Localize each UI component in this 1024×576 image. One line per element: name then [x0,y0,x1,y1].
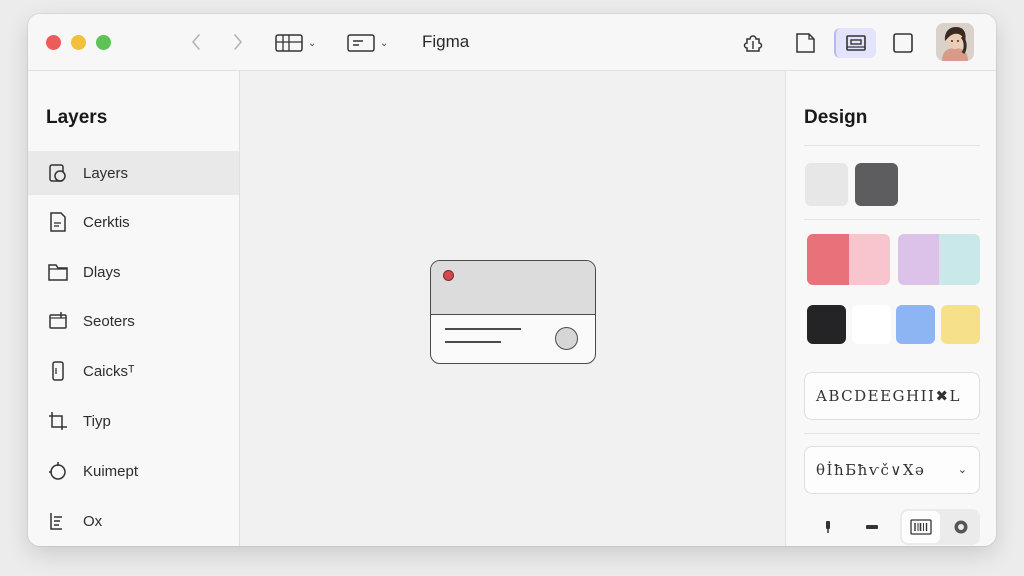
title-bar: ⌄ ⌄ Figma [28,14,996,71]
document-icon [47,211,69,233]
card-text-line [445,341,501,343]
plugin-icon [743,35,763,52]
minus-icon [866,525,878,529]
sidebar-item-tiyp[interactable]: Tiyp [28,399,239,443]
font-family-preview[interactable]: ABCDEEGHIІ✖L [804,372,980,420]
sidebar-item-label: Ox [83,512,103,530]
sidebar-item-dlays[interactable]: Dlays [28,250,239,294]
tool-segment-group [900,509,980,545]
app-window: ⌄ ⌄ Figma Layers Layers Cerktis Dlays Se… [28,14,996,546]
square-icon [893,33,913,53]
minimize-window-button[interactable] [71,35,86,50]
folder-icon [47,261,69,283]
circle-tool-button[interactable] [944,511,978,543]
layout-view-button[interactable] [834,28,876,58]
text-tool-button[interactable]: ⌄ [346,28,388,58]
square-view-button[interactable] [888,28,918,58]
color-swatch-blue[interactable] [896,305,935,344]
card-component[interactable] [430,260,596,364]
sidebar-item-cerktis[interactable]: Cerktis [28,200,239,244]
font-style-sample-text: θİħБħѵč∨Χə [816,461,926,479]
back-button[interactable] [184,30,208,54]
color-swatch-yellow[interactable] [941,305,980,344]
user-avatar-icon [936,23,974,61]
page-button[interactable] [790,28,820,58]
zoom-window-button[interactable] [96,35,111,50]
divider [804,433,980,434]
sidebar-item-seoters[interactable]: Seoters [28,299,239,343]
circle-icon [954,520,968,534]
sidebar-item-caicks[interactable]: Caicksᵀ [28,349,239,393]
color-swatch-black[interactable] [807,305,846,344]
card-header [431,261,595,315]
card-circle-button [555,327,578,350]
font-sample-text: ABCDEEGHIІ✖L [816,387,961,405]
sidebar-item-label: Layers [83,164,129,182]
panel-title: Layers [46,107,108,128]
layers-panel: Layers Layers Cerktis Dlays Seoters Caic… [28,71,240,546]
barcode-icon [910,519,932,535]
crop-icon [47,410,69,432]
sidebar-item-ox[interactable]: Ox [28,499,239,543]
frame-tool-button[interactable]: ⌄ [274,28,316,58]
frame-icon [47,310,69,332]
sidebar-item-label: Cerktis [83,213,130,231]
divider [804,219,980,220]
barcode-tool-button[interactable] [902,511,940,543]
pen-tool-button[interactable] [816,509,840,545]
chevron-left-icon [191,34,200,50]
color-swatch-white[interactable] [852,305,891,344]
card-text-line [445,328,521,330]
color-swatch-dark-gray[interactable] [855,163,898,206]
chevron-down-icon: ⌄ [957,463,967,476]
design-panel: Design ABCDEEGHIІ✖L θİħБħѵč∨Χə ⌄ [785,71,996,546]
sidebar-item-layers[interactable]: Layers [28,151,239,195]
color-swatch-pink[interactable] [849,234,890,285]
sidebar-item-label: Kuimept [83,462,139,480]
close-window-button[interactable] [46,35,61,50]
sidebar-item-label: Caicksᵀ [83,362,135,380]
sidebar-item-label: Dlays [83,263,121,281]
panel-title: Design [804,107,868,128]
chevron-down-icon: ⌄ [308,37,317,49]
forward-button[interactable] [226,30,250,54]
card-status-dot [443,270,454,281]
font-style-dropdown[interactable]: θİħБħѵč∨Χə ⌄ [804,446,980,494]
chevron-right-icon [234,34,243,50]
layout-icon [846,35,866,51]
avatar[interactable] [936,23,974,61]
pen-icon [826,521,830,533]
color-swatch-aqua[interactable] [939,234,980,285]
frame-grid-icon [275,34,303,52]
color-swatch-light-gray[interactable] [805,163,848,206]
text-box-icon [347,34,375,52]
shape-icon [47,460,69,482]
line-tool-button[interactable] [860,509,884,545]
layers-icon [47,162,69,184]
component-icon [47,360,69,382]
sidebar-item-label: Seoters [83,312,135,330]
app-title: Figma [422,32,470,51]
design-canvas[interactable] [240,71,785,546]
divider [804,145,980,146]
color-swatch-red[interactable] [807,234,849,285]
plugins-button[interactable] [738,28,768,58]
color-swatch-lavender[interactable] [898,234,939,285]
page-icon [796,33,815,53]
sidebar-item-label: Tiyp [83,412,111,430]
sidebar-item-kuimept[interactable]: Kuimept [28,449,239,493]
chevron-down-icon: ⌄ [380,37,389,49]
list-icon [47,510,69,532]
